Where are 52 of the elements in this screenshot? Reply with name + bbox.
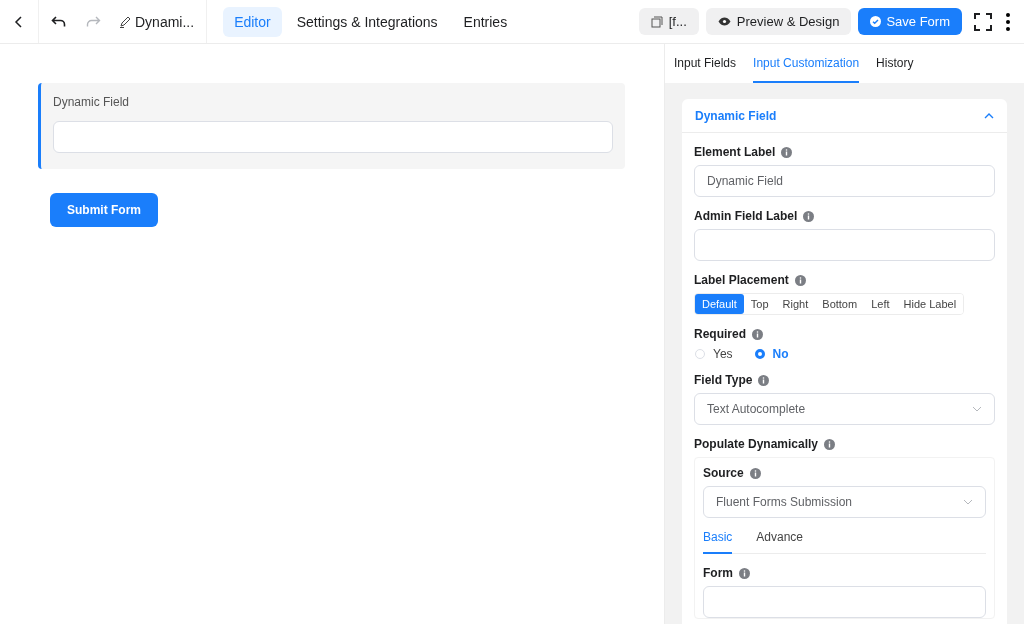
fullscreen-icon[interactable] [973, 11, 993, 32]
section-header[interactable]: Dynamic Field [682, 99, 1007, 133]
field-label: Source [703, 466, 986, 480]
nav-tab[interactable]: Settings & Integrations [285, 6, 449, 37]
form-field-card[interactable]: Dynamic Field [38, 83, 625, 169]
segment-option[interactable]: Default [695, 294, 744, 314]
field-label: Form [703, 566, 986, 580]
field-label: Field Type [694, 373, 995, 387]
submit-button[interactable]: Submit Form [50, 193, 158, 227]
shortcode-button[interactable]: [f... [638, 8, 699, 35]
panel-tab[interactable]: Input Customization [753, 44, 860, 83]
select-field[interactable]: Fluent Forms Submission [703, 486, 986, 518]
input-field[interactable] [694, 229, 995, 261]
input-field[interactable] [53, 121, 613, 153]
pencil-icon [119, 15, 131, 28]
save-button[interactable]: Save Form [858, 8, 962, 35]
sub-tab[interactable]: Advance [756, 530, 804, 554]
info-icon [752, 328, 763, 340]
eye-icon [717, 17, 731, 26]
info-icon [824, 438, 836, 450]
radio-option[interactable]: No [754, 347, 789, 361]
info-icon [781, 146, 793, 158]
info-icon [739, 567, 750, 579]
copy-icon [650, 15, 663, 28]
nav-tab[interactable]: Entries [452, 6, 519, 37]
radio-label: No [772, 347, 789, 361]
panel-tab[interactable]: Input Fields [674, 44, 737, 83]
preview-button[interactable]: Preview & Design [705, 8, 852, 35]
field-label: Populate Dynamically [694, 437, 995, 451]
info-icon [749, 467, 761, 479]
info-icon [758, 374, 770, 386]
more-icon[interactable] [1006, 12, 1010, 31]
info-icon [803, 210, 815, 222]
field-label: Dynamic Field [53, 95, 131, 109]
panel-tab[interactable]: History [876, 44, 914, 83]
field-label: Element Label [694, 145, 995, 159]
field-label: Required [694, 327, 995, 341]
form-title: Dynami... [135, 13, 195, 30]
radio-label: Yes [713, 347, 733, 361]
select-field[interactable]: Text Autocomplete [694, 393, 995, 425]
undo-icon[interactable] [51, 14, 67, 29]
check-circle-icon [870, 16, 882, 27]
info-icon [794, 274, 806, 286]
field-label: Label Placement [694, 273, 995, 287]
input-field[interactable] [703, 586, 986, 618]
sub-tab[interactable]: Basic [703, 530, 733, 554]
radio-icon[interactable] [754, 349, 765, 359]
chevron-down-icon [972, 406, 982, 412]
chevron-down-icon [963, 499, 973, 505]
input-field[interactable]: Dynamic Field [694, 165, 995, 197]
field-label: Admin Field Label [694, 209, 995, 223]
radio-option[interactable]: Yes [695, 347, 733, 361]
